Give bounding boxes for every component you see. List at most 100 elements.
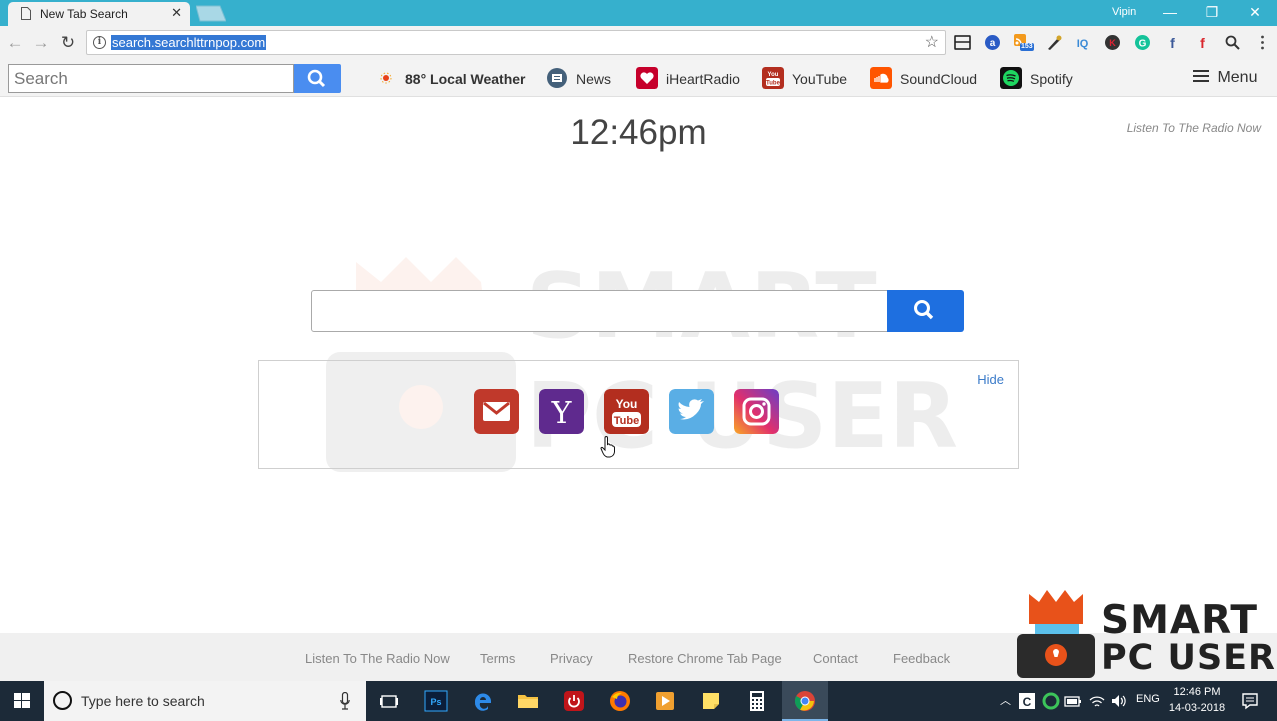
brand-mascot-icon bbox=[1017, 590, 1095, 678]
taskbar-search[interactable]: Type here to search bbox=[44, 681, 366, 721]
task-view-icon[interactable] bbox=[377, 689, 401, 713]
search-icon bbox=[307, 69, 326, 88]
tray-overflow-icon[interactable]: ︿ bbox=[1000, 692, 1011, 708]
a-icon[interactable]: a bbox=[984, 34, 1001, 51]
link-weather-label: 88° Local Weather bbox=[405, 71, 526, 87]
system-date: 14-03-2018 bbox=[1168, 702, 1226, 714]
soundcloud-icon bbox=[870, 67, 892, 89]
minimize-button[interactable]: — bbox=[1150, 2, 1190, 24]
listen-radio-link[interactable]: Listen To The Radio Now bbox=[1127, 121, 1261, 135]
footer-link-restore[interactable]: Restore Chrome Tab Page bbox=[628, 651, 782, 666]
browser-tab[interactable]: New Tab Search ✕ bbox=[8, 2, 190, 26]
twitter-icon[interactable] bbox=[669, 389, 714, 434]
recycle-icon[interactable] bbox=[1042, 692, 1060, 710]
tab-close-icon[interactable]: ✕ bbox=[171, 5, 182, 21]
brand-text-line1: SMART bbox=[1101, 598, 1258, 643]
volume-icon[interactable] bbox=[1110, 693, 1128, 709]
search-icon[interactable] bbox=[1224, 34, 1241, 51]
footer-link-feedback[interactable]: Feedback bbox=[893, 651, 950, 666]
tray-c-icon[interactable]: C bbox=[1018, 692, 1036, 710]
link-youtube-label: YouTube bbox=[792, 71, 848, 87]
facebook-icon[interactable]: f bbox=[1164, 34, 1181, 51]
link-iheartradio[interactable]: iHeartRadio bbox=[636, 67, 746, 91]
youtube-icon: You Tube bbox=[762, 67, 784, 89]
browser-menu-icon[interactable] bbox=[1254, 34, 1271, 51]
clock-time: 12:46pm bbox=[570, 113, 707, 152]
extension-search-bar: 88° Local Weather News iHeartRadio You Tu… bbox=[0, 60, 1277, 97]
tab-title: New Tab Search bbox=[40, 7, 128, 21]
calculator-icon[interactable] bbox=[745, 689, 769, 713]
toolbar-search-input[interactable] bbox=[8, 64, 294, 93]
link-spotify[interactable]: Spotify bbox=[1000, 67, 1080, 91]
close-window-button[interactable]: ✕ bbox=[1235, 2, 1275, 24]
link-iheartradio-label: iHeartRadio bbox=[666, 71, 740, 87]
svg-text:Y: Y bbox=[551, 396, 573, 431]
media-player-icon[interactable] bbox=[653, 689, 677, 713]
svg-text:G: G bbox=[1139, 39, 1147, 50]
main-search-input[interactable] bbox=[311, 290, 888, 332]
svg-text:IQ: IQ bbox=[1077, 38, 1089, 50]
footer-link-privacy[interactable]: Privacy bbox=[550, 651, 593, 666]
instagram-icon[interactable] bbox=[734, 389, 779, 434]
page-icon bbox=[21, 7, 31, 20]
edge-icon[interactable] bbox=[471, 689, 495, 713]
smart-pc-user-logo: SMART PC USER bbox=[1017, 588, 1277, 681]
info-icon[interactable]: i bbox=[93, 36, 106, 49]
pen-icon[interactable] bbox=[1046, 34, 1063, 51]
restore-button[interactable]: ❐ bbox=[1192, 2, 1232, 24]
cortana-icon bbox=[53, 691, 72, 710]
microphone-icon[interactable] bbox=[340, 692, 350, 710]
footer-link-terms[interactable]: Terms bbox=[480, 651, 515, 666]
facebook-red-icon[interactable]: f bbox=[1194, 34, 1211, 51]
svg-text:f: f bbox=[1170, 35, 1175, 51]
battery-icon[interactable] bbox=[1064, 693, 1082, 709]
youtube-icon[interactable]: You Tube bbox=[604, 389, 649, 434]
language-indicator[interactable]: ENG bbox=[1136, 693, 1160, 705]
link-youtube[interactable]: You Tube YouTube bbox=[762, 67, 852, 91]
bookmark-star-icon[interactable]: ☆ bbox=[925, 32, 939, 52]
reload-button[interactable]: ↻ bbox=[59, 34, 77, 52]
url-text[interactable]: search.searchlttrnpop.com bbox=[111, 35, 267, 50]
gmail-icon[interactable] bbox=[474, 389, 519, 434]
link-weather[interactable]: 88° Local Weather bbox=[378, 67, 528, 91]
action-center-icon[interactable] bbox=[1240, 691, 1260, 711]
footer-link-contact[interactable]: Contact bbox=[813, 651, 858, 666]
svg-text:Ps: Ps bbox=[430, 697, 441, 707]
k-icon[interactable]: K bbox=[1104, 34, 1121, 51]
windows-taskbar: Type here to search Ps ︿ C ENG 12:46 PM … bbox=[0, 681, 1277, 721]
hide-shortcuts-link[interactable]: Hide bbox=[977, 372, 1004, 387]
profile-name[interactable]: Vipin bbox=[1112, 6, 1136, 18]
svg-text:C: C bbox=[1023, 695, 1032, 709]
yahoo-icon[interactable]: Y bbox=[539, 389, 584, 434]
link-news[interactable]: News bbox=[546, 67, 626, 91]
firefox-icon[interactable] bbox=[608, 689, 632, 713]
link-news-label: News bbox=[576, 71, 612, 87]
chrome-active-tile[interactable] bbox=[782, 681, 828, 721]
wifi-icon[interactable] bbox=[1088, 693, 1106, 709]
forward-button[interactable]: → bbox=[32, 34, 50, 52]
back-button[interactable]: ← bbox=[6, 34, 24, 52]
layout-icon[interactable] bbox=[954, 34, 971, 51]
system-clock[interactable]: 12:46 PM 14-03-2018 bbox=[1168, 684, 1226, 716]
sticky-notes-icon[interactable] bbox=[699, 689, 723, 713]
rss-icon[interactable]: 153 bbox=[1014, 34, 1034, 51]
menu-button[interactable]: Menu bbox=[1193, 69, 1257, 87]
link-soundcloud[interactable]: SoundCloud bbox=[870, 67, 980, 91]
brand-text-line2: PC USER bbox=[1101, 638, 1277, 678]
power-app-icon[interactable] bbox=[562, 689, 586, 713]
grammarly-icon[interactable]: G bbox=[1134, 34, 1151, 51]
start-button[interactable] bbox=[0, 681, 44, 721]
main-search-button[interactable] bbox=[887, 290, 964, 332]
file-explorer-icon[interactable] bbox=[516, 689, 540, 713]
footer-link-radio[interactable]: Listen To The Radio Now bbox=[305, 651, 450, 666]
new-tab-button[interactable] bbox=[196, 5, 226, 22]
chrome-icon bbox=[794, 691, 815, 711]
toolbar-search-button[interactable] bbox=[294, 64, 341, 93]
photoshop-icon[interactable]: Ps bbox=[424, 689, 448, 713]
svg-text:a: a bbox=[990, 38, 996, 49]
iq-icon[interactable]: IQ bbox=[1074, 34, 1091, 51]
address-bar[interactable]: i search.searchlttrnpop.com ☆ bbox=[86, 30, 946, 55]
search-icon bbox=[914, 300, 934, 320]
shortcut-panel: Hide Y You Tube bbox=[258, 360, 1019, 469]
weather-icon bbox=[380, 72, 392, 84]
